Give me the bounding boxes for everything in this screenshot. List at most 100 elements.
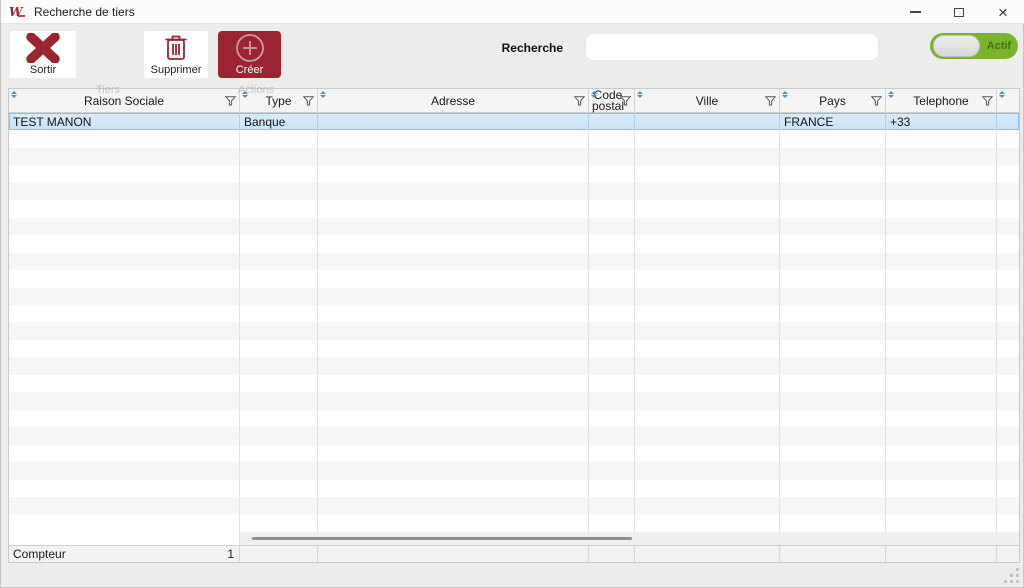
table-row[interactable] bbox=[9, 287, 1019, 305]
table-cell bbox=[997, 410, 1019, 427]
table-cell bbox=[635, 304, 780, 323]
table-row[interactable] bbox=[9, 252, 1019, 271]
table-row-selected[interactable]: TEST MANON Banque FRANCE +33 bbox=[9, 113, 1019, 131]
table-row[interactable] bbox=[9, 217, 1019, 236]
table-row[interactable] bbox=[9, 409, 1019, 428]
table-row[interactable] bbox=[9, 462, 1019, 480]
toggle-knob[interactable] bbox=[933, 35, 980, 57]
table-row[interactable] bbox=[9, 357, 1019, 375]
delete-button[interactable]: Supprimer bbox=[144, 31, 208, 78]
table-cell bbox=[886, 514, 997, 532]
filter-icon[interactable] bbox=[982, 95, 993, 106]
table-cell bbox=[635, 409, 780, 428]
table-cell bbox=[589, 270, 635, 288]
table-cell bbox=[780, 409, 886, 428]
column-header-ville[interactable]: Ville bbox=[635, 89, 780, 112]
column-header-telephone[interactable]: Telephone bbox=[886, 89, 997, 112]
toggle-label: Actif bbox=[986, 40, 1012, 52]
table-cell bbox=[635, 165, 780, 183]
table-cell bbox=[318, 409, 589, 428]
table-row[interactable] bbox=[9, 479, 1019, 497]
table-row[interactable] bbox=[9, 339, 1019, 358]
sort-icon[interactable] bbox=[999, 91, 1005, 98]
table-cell bbox=[780, 147, 886, 166]
table-row[interactable] bbox=[9, 392, 1019, 410]
table-cell bbox=[9, 479, 240, 497]
table-row[interactable] bbox=[9, 235, 1019, 253]
table-row[interactable] bbox=[9, 514, 1019, 532]
table-cell bbox=[318, 217, 589, 236]
minimize-button[interactable] bbox=[893, 0, 937, 24]
column-header-label: Pays bbox=[819, 93, 846, 108]
column-header-adresse[interactable]: Adresse bbox=[318, 89, 589, 112]
table-cell bbox=[886, 200, 997, 218]
table-row[interactable] bbox=[9, 147, 1019, 166]
sort-icon[interactable] bbox=[637, 91, 643, 98]
filter-icon[interactable] bbox=[765, 95, 776, 106]
table-cell bbox=[589, 514, 635, 532]
table-cell bbox=[997, 165, 1019, 182]
sort-icon[interactable] bbox=[591, 91, 597, 98]
exit-button[interactable]: Sortir bbox=[10, 31, 76, 78]
table-row[interactable] bbox=[9, 496, 1019, 515]
table-cell bbox=[997, 253, 1019, 270]
table-cell bbox=[318, 165, 589, 183]
table-cell bbox=[240, 287, 318, 305]
tiers-table: Raison Sociale Type Adresse Code postal Vill… bbox=[8, 88, 1020, 563]
table-row[interactable] bbox=[9, 130, 1019, 148]
sort-icon[interactable] bbox=[11, 91, 17, 98]
filter-icon[interactable] bbox=[574, 95, 585, 106]
table-cell bbox=[589, 235, 635, 253]
create-button[interactable]: Créer bbox=[218, 31, 281, 78]
close-button[interactable]: × bbox=[981, 0, 1024, 24]
filter-icon[interactable] bbox=[225, 95, 236, 106]
table-cell bbox=[635, 217, 780, 236]
footer-cell bbox=[240, 546, 318, 562]
table-cell bbox=[9, 392, 240, 410]
table-row[interactable] bbox=[9, 322, 1019, 340]
table-cell bbox=[9, 287, 240, 305]
table-row[interactable] bbox=[9, 427, 1019, 445]
horizontal-scrollbar-thumb[interactable] bbox=[252, 537, 632, 540]
table-cell bbox=[240, 270, 318, 288]
table-cell bbox=[780, 270, 886, 288]
footer-cell bbox=[780, 546, 886, 562]
maximize-button[interactable] bbox=[937, 0, 981, 24]
table-cell bbox=[9, 514, 240, 532]
table-row[interactable] bbox=[9, 270, 1019, 288]
sort-icon[interactable] bbox=[888, 91, 894, 98]
column-header-code-postal[interactable]: Code postal bbox=[589, 89, 635, 112]
table-cell bbox=[780, 479, 886, 497]
column-header-extra[interactable] bbox=[997, 89, 1019, 112]
sort-icon[interactable] bbox=[782, 91, 788, 98]
table-row[interactable] bbox=[9, 165, 1019, 183]
table-cell bbox=[780, 235, 886, 253]
filter-icon[interactable] bbox=[620, 95, 631, 106]
table-cell bbox=[997, 218, 1019, 235]
search-input[interactable] bbox=[586, 34, 878, 60]
table-row[interactable] bbox=[9, 182, 1019, 201]
table-row[interactable] bbox=[9, 444, 1019, 463]
table-footer-row: Compteur 1 bbox=[9, 545, 1019, 562]
column-header-raison-sociale[interactable]: Raison Sociale bbox=[9, 89, 240, 112]
table-row[interactable] bbox=[9, 200, 1019, 218]
create-button-label: Créer bbox=[235, 64, 264, 76]
resize-grip[interactable] bbox=[1003, 567, 1019, 583]
column-header-pays[interactable]: Pays bbox=[780, 89, 886, 112]
table-row[interactable] bbox=[9, 374, 1019, 393]
table-row[interactable] bbox=[9, 304, 1019, 323]
table-cell bbox=[635, 200, 780, 218]
table-cell bbox=[997, 392, 1019, 409]
sort-icon[interactable] bbox=[320, 91, 326, 98]
horizontal-scrollbar-track[interactable] bbox=[9, 532, 1019, 545]
table-cell bbox=[9, 444, 240, 463]
table-cell bbox=[240, 392, 318, 410]
table-cell bbox=[997, 375, 1019, 392]
footer-cell bbox=[589, 546, 635, 562]
table-cell bbox=[9, 165, 240, 183]
active-toggle[interactable]: Actif bbox=[930, 33, 1018, 59]
table-cell bbox=[635, 270, 780, 288]
table-cell bbox=[886, 130, 997, 148]
filter-icon[interactable] bbox=[303, 95, 314, 106]
filter-icon[interactable] bbox=[871, 95, 882, 106]
